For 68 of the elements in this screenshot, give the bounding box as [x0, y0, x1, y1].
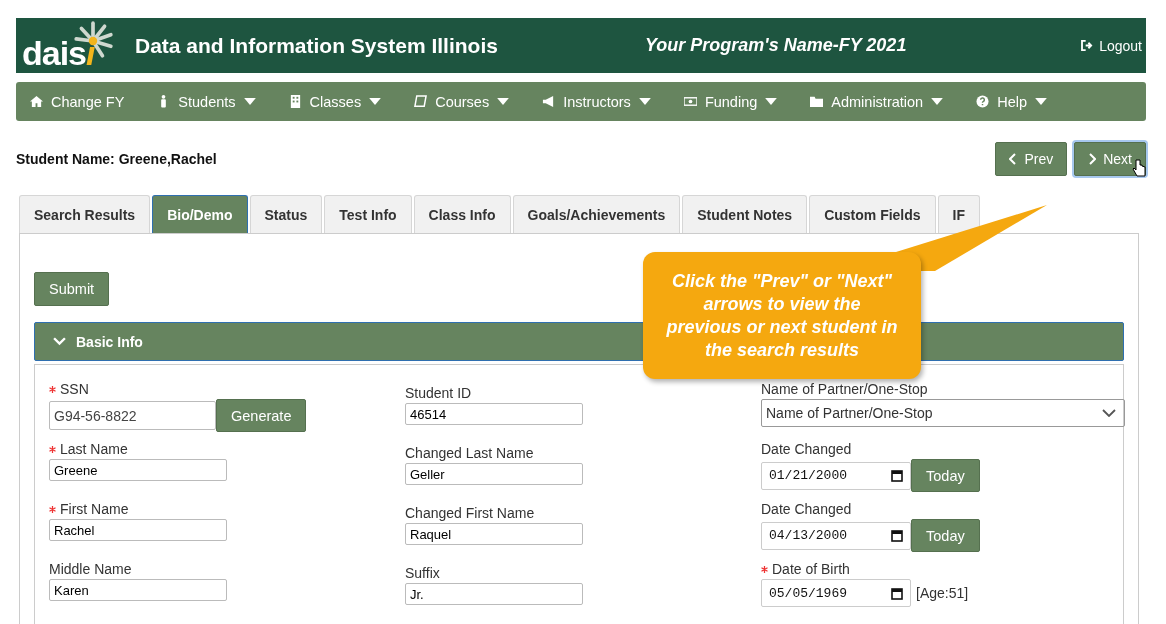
chevron-icon: [53, 337, 66, 346]
date-field[interactable]: 01/21/2000: [761, 461, 911, 490]
book-icon: [414, 95, 428, 108]
building-icon: [288, 95, 302, 108]
tab[interactable]: Status: [249, 195, 323, 233]
field-label: First Name: [60, 501, 129, 517]
text-field[interactable]: Rachel: [49, 519, 227, 541]
tab[interactable]: Search Results: [19, 195, 151, 233]
prev-button[interactable]: Prev: [995, 142, 1068, 176]
field-label: Student ID: [405, 385, 472, 401]
nav-menu-item[interactable]: Funding: [683, 93, 778, 110]
logout-icon: [1081, 40, 1095, 51]
field-label: Changed Last Name: [405, 445, 534, 461]
text-field[interactable]: Geller: [405, 463, 583, 485]
calendar-icon: [891, 529, 903, 542]
chevron-left-icon: [1009, 153, 1018, 165]
tab[interactable]: Custom Fields: [809, 195, 936, 233]
text-field[interactable]: G94-56-8822: [49, 401, 216, 430]
nav-menu-item[interactable]: Instructors: [542, 93, 651, 110]
field-label: Changed First Name: [405, 505, 535, 521]
today-button[interactable]: Today: [911, 459, 980, 492]
calendar-icon: [891, 586, 903, 600]
date-field[interactable]: 04/13/2000: [761, 521, 911, 550]
dropdown-field[interactable]: Name of Partner/One-Stop: [761, 399, 1125, 427]
generate-button[interactable]: Generate: [216, 399, 307, 432]
hand-cursor-icon: [1132, 159, 1146, 177]
date-field[interactable]: 05/05/1969: [761, 579, 911, 607]
field-label: Last Name: [60, 441, 128, 457]
today-button[interactable]: Today: [911, 519, 980, 552]
field-label: Date Changed: [761, 501, 852, 517]
home-icon: [30, 95, 43, 108]
nav-menu-item[interactable]: Administration: [810, 93, 944, 110]
nav-menu-item[interactable]: Classes: [288, 93, 382, 110]
field-label: Middle Name: [49, 561, 132, 577]
field-label: Suffix: [405, 565, 440, 581]
question-icon: [976, 95, 990, 108]
tab[interactable]: IF: [937, 195, 981, 233]
money-icon: [683, 95, 697, 108]
calendar-icon: [891, 469, 903, 482]
nav-menu-item[interactable]: Courses: [414, 93, 510, 110]
student-name: Student Name: Greene,Rachel: [16, 151, 217, 167]
tab[interactable]: Bio/Demo: [152, 195, 248, 233]
tab[interactable]: Test Info: [324, 195, 412, 233]
text-field[interactable]: Greene: [49, 459, 227, 481]
text-field[interactable]: Jr.: [405, 583, 583, 605]
next-button[interactable]: Next: [1074, 142, 1146, 176]
tab[interactable]: Class Info: [413, 195, 511, 233]
text-field[interactable]: Karen: [49, 579, 227, 601]
logout-link[interactable]: Logout: [1081, 37, 1142, 54]
chevron-down-icon: [1102, 409, 1116, 417]
tab[interactable]: Student Notes: [682, 195, 808, 233]
text-field[interactable]: 46514: [405, 403, 583, 425]
app-title: Data and Information System Illinois: [135, 33, 499, 58]
chevron-right-icon: [1088, 153, 1097, 165]
nav-menu-item[interactable]: Change FY: [30, 93, 125, 110]
nav-menu-item[interactable]: Students: [157, 93, 256, 110]
megaphone-icon: [542, 95, 556, 108]
field-label: Date of Birth: [772, 561, 850, 577]
nav-menu-item[interactable]: Help: [976, 93, 1047, 110]
field-label: SSN: [60, 381, 89, 397]
submit-button[interactable]: Submit: [34, 272, 110, 306]
folder-icon: [810, 95, 824, 108]
text-field[interactable]: Raquel: [405, 523, 583, 545]
program-name: Your Program's Name-FY 2021: [645, 35, 907, 56]
tab[interactable]: Goals/Achievements: [512, 195, 681, 233]
age-text: [Age:51]: [916, 585, 969, 601]
field-label: Date Changed: [761, 441, 852, 457]
field-label: Name of Partner/One-Stop: [761, 381, 928, 397]
